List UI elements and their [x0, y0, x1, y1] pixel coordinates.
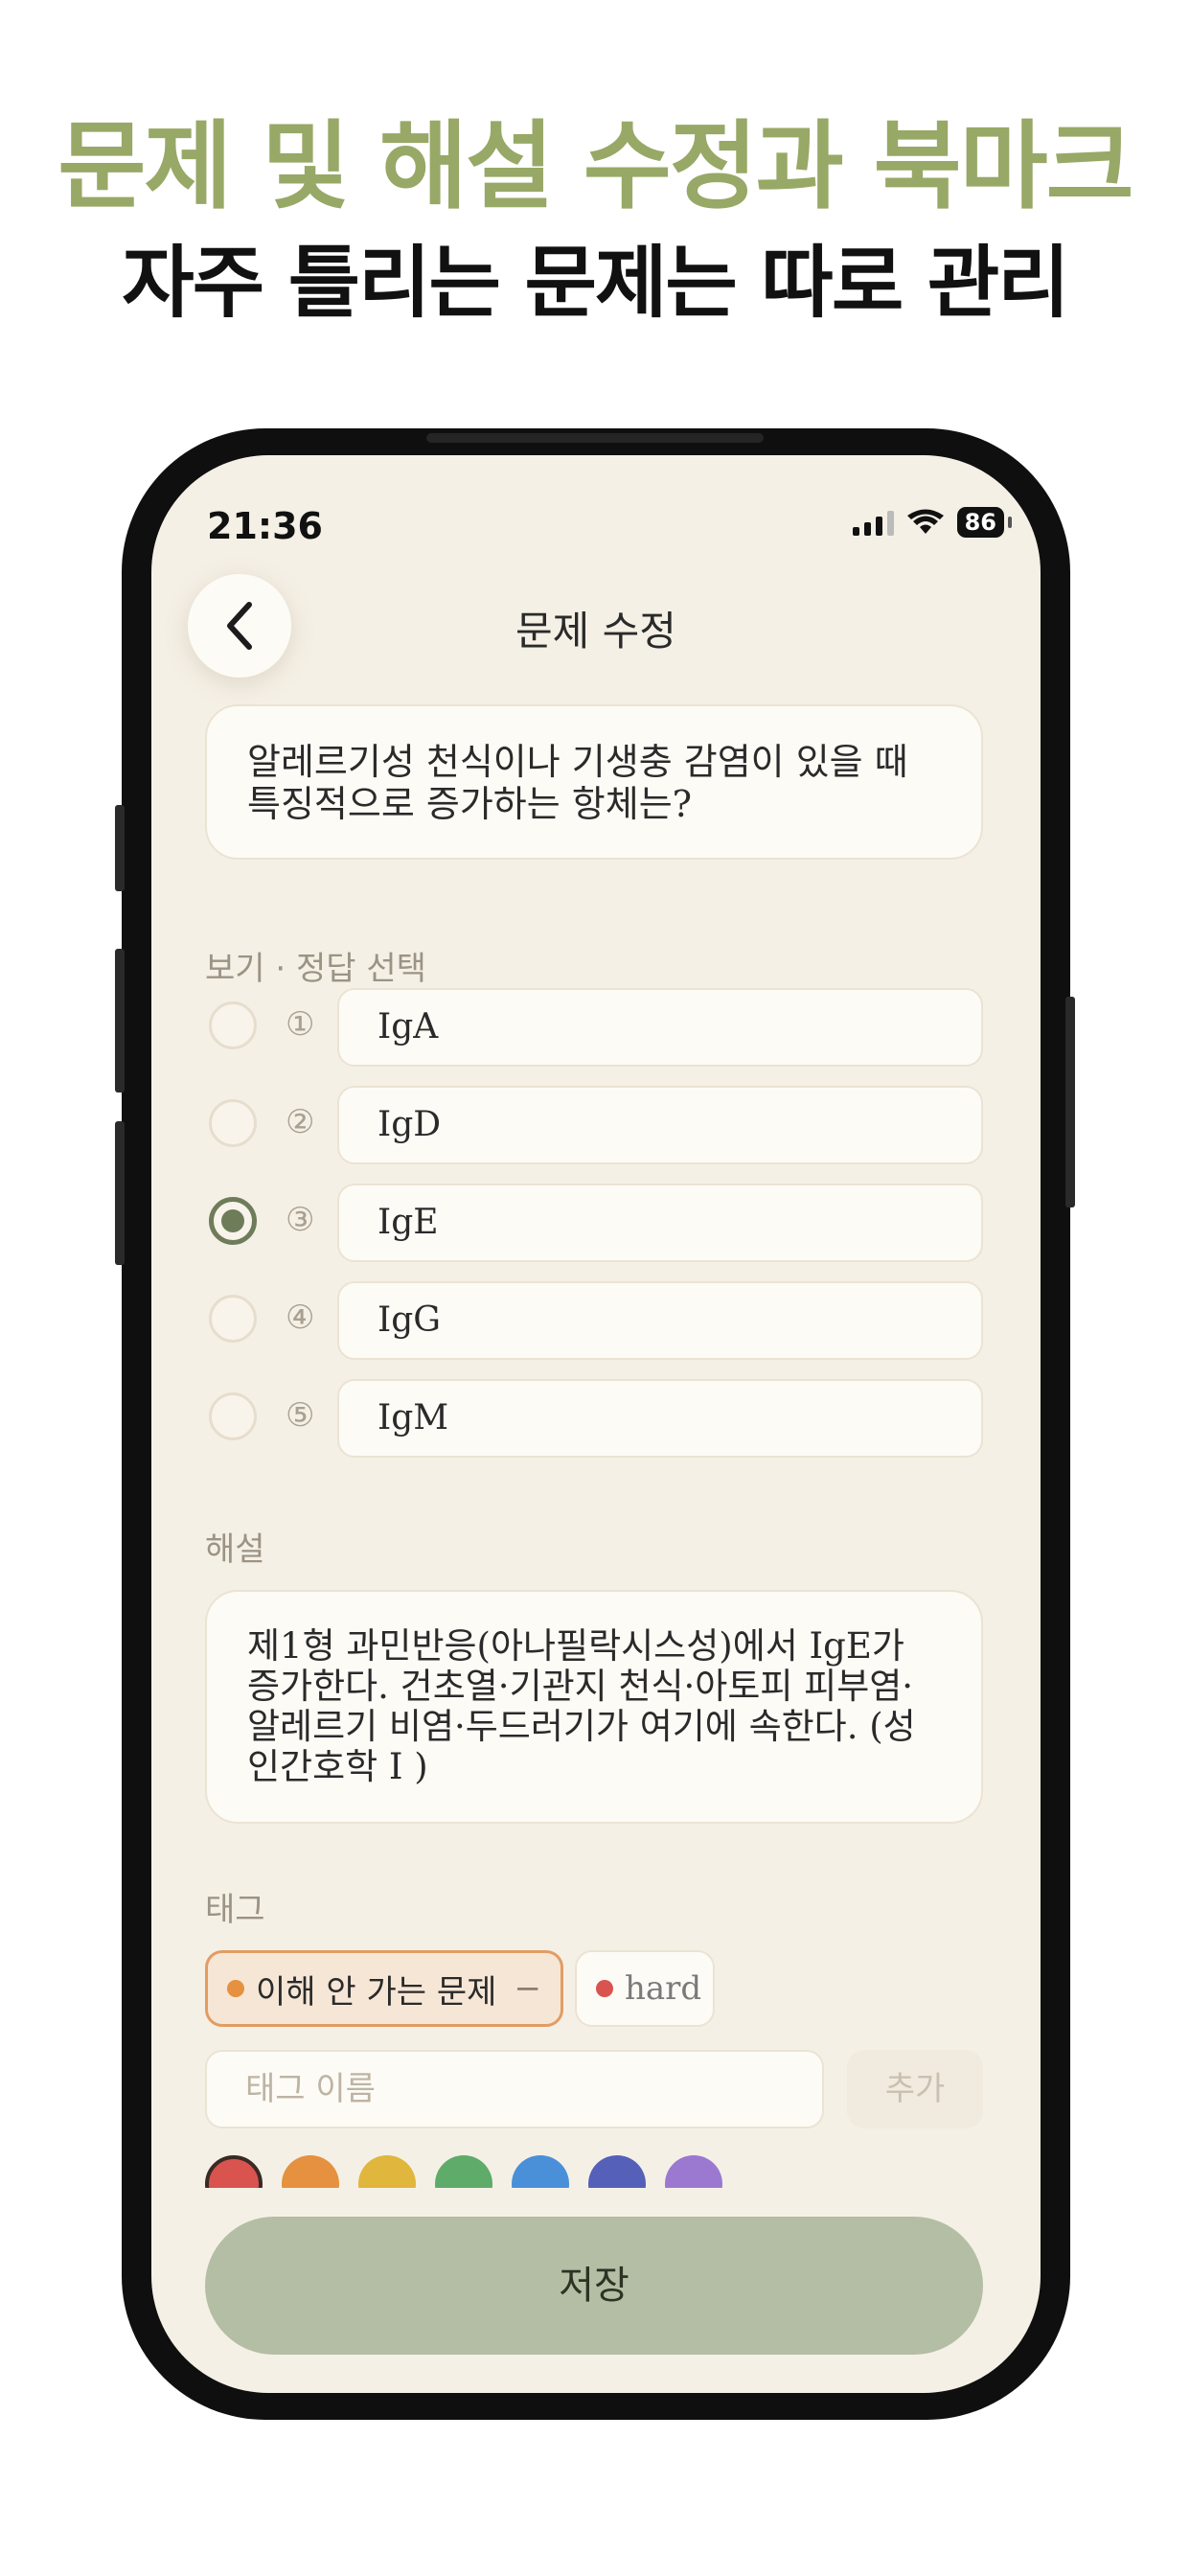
- option-row-3: ③ IgE: [205, 1184, 983, 1262]
- option-row-1: ① IgA: [205, 988, 983, 1067]
- phone-side-button: [115, 805, 125, 891]
- option-2-number: ②: [286, 1103, 315, 1141]
- wifi-icon: [906, 509, 944, 534]
- page-title: 문제 수정: [515, 608, 676, 655]
- option-3-number: ③: [286, 1201, 315, 1239]
- option-row-4: ④ IgG: [205, 1281, 983, 1360]
- app-screen: 21:36 86 문제 수정 알레르기성 천식이나 기생충 감염이 있을 때 특…: [151, 455, 1041, 2393]
- option-2-radio[interactable]: [209, 1099, 257, 1147]
- promo-headline: 문제 및 해설 수정과 북마크: [57, 110, 1133, 222]
- phone-side-button: [115, 1121, 125, 1265]
- option-3-input[interactable]: IgE: [337, 1184, 983, 1262]
- options-section-label: 보기 · 정답 선택: [205, 950, 426, 988]
- color-swatch-purple[interactable]: [665, 2155, 722, 2188]
- option-5-input[interactable]: IgM: [337, 1379, 983, 1458]
- option-row-5: ⑤ IgM: [205, 1379, 983, 1458]
- color-swatch-green[interactable]: [435, 2155, 492, 2188]
- status-icons: 86: [852, 507, 1013, 538]
- option-1-input[interactable]: IgA: [337, 988, 983, 1067]
- option-4-input[interactable]: IgG: [337, 1281, 983, 1360]
- tag-name-input[interactable]: 태그 이름: [205, 2050, 824, 2128]
- option-3-radio[interactable]: [209, 1197, 257, 1245]
- tag-chip-hard[interactable]: hard: [575, 1950, 715, 2027]
- option-2-input[interactable]: IgD: [337, 1086, 983, 1164]
- cellular-signal-icon: [852, 509, 894, 536]
- option-row-2: ② IgD: [205, 1086, 983, 1164]
- tag-label: 이해 안 가는 문제: [256, 1972, 497, 2012]
- option-4-radio[interactable]: [209, 1295, 257, 1343]
- promo-subheadline: 자주 틀리는 문제는 따로 관리: [122, 238, 1069, 329]
- save-button[interactable]: 저장: [205, 2217, 983, 2355]
- status-time: 21:36: [207, 505, 323, 547]
- color-swatch-yellow[interactable]: [358, 2155, 416, 2188]
- color-swatch-blue[interactable]: [512, 2155, 569, 2188]
- phone-frame: 21:36 86 문제 수정 알레르기성 천식이나 기생충 감염이 있을 때 특…: [122, 428, 1070, 2420]
- add-tag-button[interactable]: 추가: [847, 2050, 983, 2128]
- phone-side-button: [1065, 997, 1075, 1208]
- battery-icon: 86: [956, 507, 1013, 538]
- explanation-input[interactable]: 제1형 과민반응(아나필락시스성)에서 IgE가 증가한다. 건초열·기관지 천…: [205, 1590, 983, 1824]
- option-4-number: ④: [286, 1299, 315, 1337]
- tag-color-palette: [205, 2155, 983, 2188]
- option-5-number: ⑤: [286, 1396, 315, 1435]
- option-1-number: ①: [286, 1005, 315, 1044]
- phone-speaker: [426, 433, 764, 443]
- explanation-label: 해설: [205, 1530, 265, 1569]
- color-swatch-indigo[interactable]: [588, 2155, 646, 2188]
- option-5-radio[interactable]: [209, 1392, 257, 1440]
- tag-color-dot: [596, 1980, 613, 1997]
- remove-tag-icon[interactable]: −: [515, 1969, 542, 2008]
- phone-side-button: [115, 949, 125, 1092]
- color-swatch-orange[interactable]: [282, 2155, 339, 2188]
- tags-label: 태그: [205, 1891, 265, 1929]
- question-input[interactable]: 알레르기성 천식이나 기생충 감염이 있을 때 특징적으로 증가하는 항체는?: [205, 704, 983, 860]
- tag-color-dot: [227, 1980, 244, 1997]
- tag-label: hard: [625, 1969, 702, 2008]
- option-1-radio[interactable]: [209, 1001, 257, 1049]
- color-swatch-red[interactable]: [205, 2155, 263, 2188]
- tag-chip-confusing[interactable]: 이해 안 가는 문제 −: [205, 1950, 563, 2027]
